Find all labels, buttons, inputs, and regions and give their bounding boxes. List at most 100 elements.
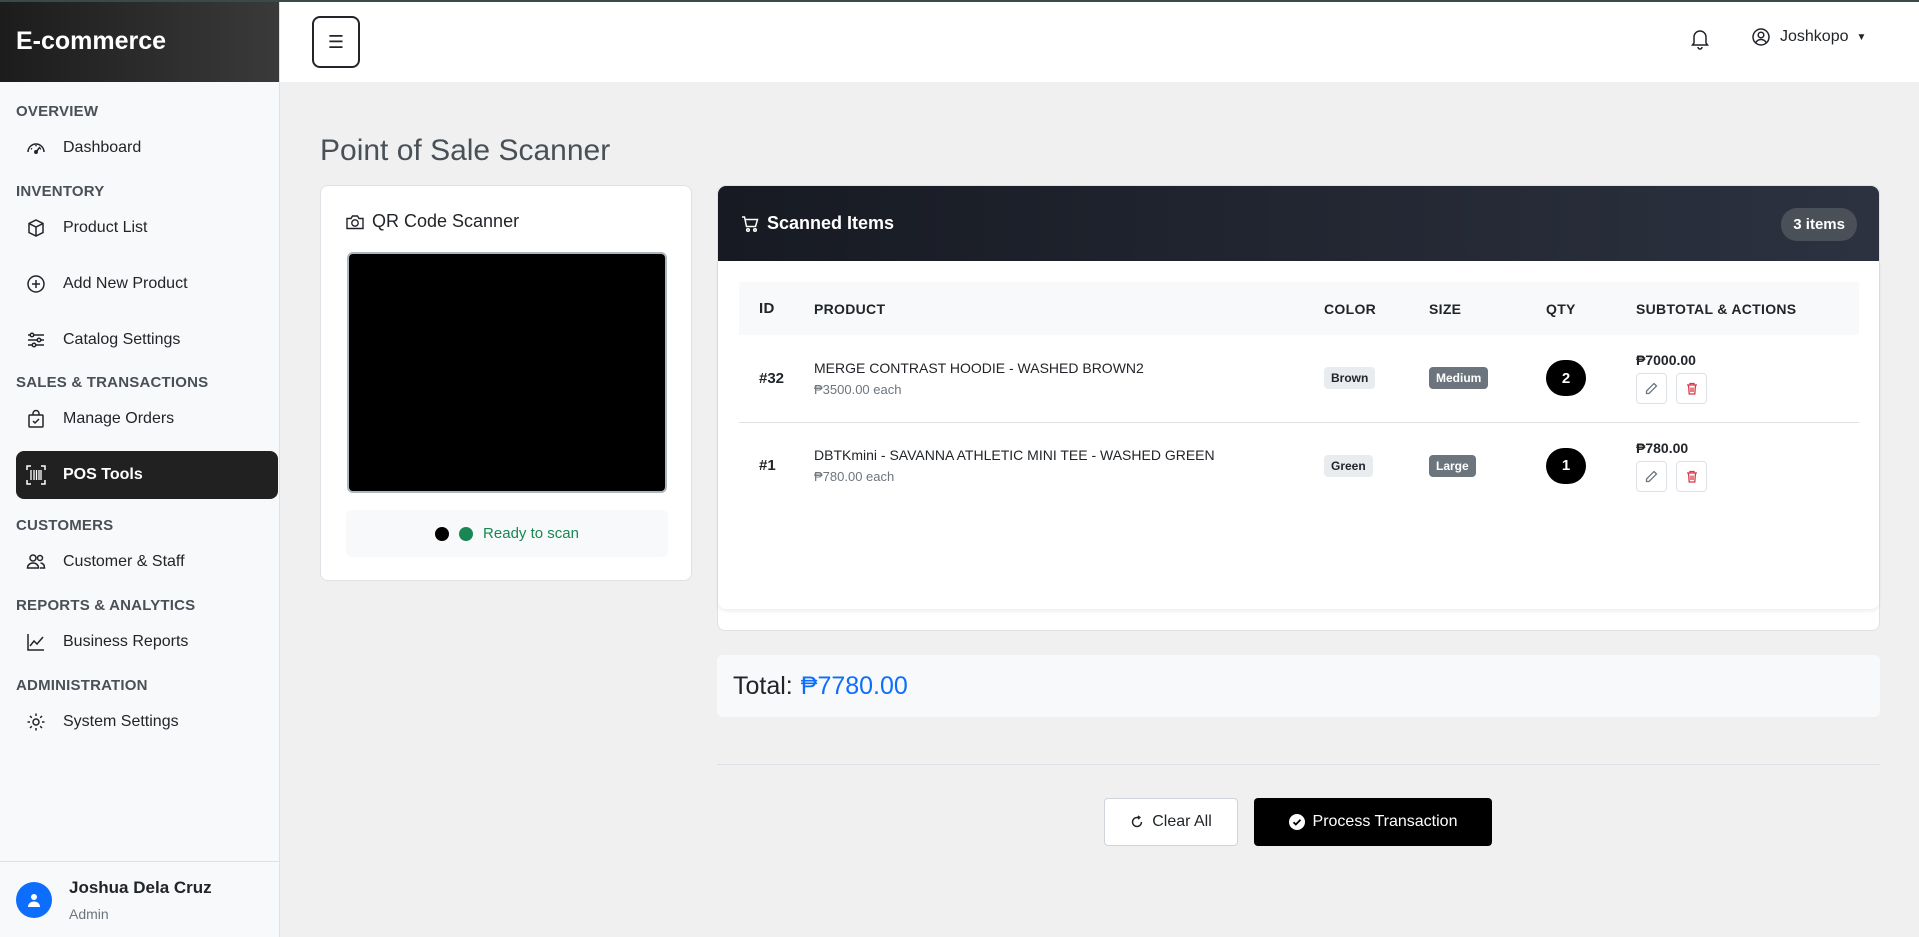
check-circle-icon	[1288, 814, 1305, 830]
sidebar-item-label: System Settings	[63, 713, 179, 730]
column-header-id: ID	[759, 300, 775, 317]
page-title: Point of Sale Scanner	[320, 134, 611, 167]
scanner-header: QR Code Scanner	[346, 211, 519, 232]
sidebar-item-dashboard[interactable]: Dashboard	[16, 124, 278, 172]
size-badge: Large	[1429, 454, 1476, 477]
scanner-title: QR Code Scanner	[372, 211, 520, 231]
sidebar-item-manage-orders[interactable]: Manage Orders	[16, 395, 278, 443]
sidebar: E-commerce OVERVIEW Dashboard INVENTORY …	[0, 0, 280, 937]
scan-status-text: Ready to scan	[483, 525, 579, 542]
user-circle-icon	[1752, 28, 1770, 46]
items-table-container: ID PRODUCT COLOR SIZE QTY SUBTOTAL & ACT…	[718, 261, 1879, 609]
total-amount: ₱7780.00	[800, 671, 908, 700]
menu-toggle-button[interactable]: ☰	[312, 16, 360, 68]
refresh-icon	[1130, 815, 1144, 829]
username-label: Joshkopo	[1780, 28, 1849, 45]
window-top-border	[0, 0, 1919, 2]
qr-scanner-card: QR Code Scanner Ready to scan	[320, 185, 692, 581]
clear-all-button[interactable]: Clear All	[1104, 798, 1238, 846]
item-id: #32	[759, 369, 785, 387]
quantity-badge: 1	[1546, 447, 1586, 484]
sidebar-item-pos-tools[interactable]: POS Tools	[16, 451, 278, 499]
subtotal-value: ₱780.00	[1636, 439, 1689, 456]
trash-icon	[1686, 383, 1697, 395]
person-icon	[28, 893, 40, 907]
clear-all-label: Clear All	[1152, 813, 1212, 830]
notification-bell-icon[interactable]	[1690, 28, 1710, 55]
sidebar-item-customer-staff[interactable]: Customer & Staff	[16, 538, 278, 586]
process-transaction-label: Process Transaction	[1312, 813, 1458, 830]
column-header-color: COLOR	[1324, 300, 1377, 317]
graph-icon	[24, 630, 48, 654]
nav-section-overview: OVERVIEW	[16, 103, 99, 120]
column-header-size: SIZE	[1429, 300, 1462, 317]
cart-icon	[741, 215, 759, 233]
scan-status: Ready to scan	[346, 510, 668, 557]
sidebar-item-system-settings[interactable]: System Settings	[16, 698, 278, 746]
sliders-icon	[24, 328, 48, 352]
plus-circle-icon	[24, 272, 48, 296]
sidebar-item-catalog-settings[interactable]: Catalog Settings	[16, 316, 278, 364]
column-header-subtotal-actions: SUBTOTAL & ACTIONS	[1636, 300, 1797, 317]
product-name: MERGE CONTRAST HOODIE - WASHED BROWN2	[814, 359, 1144, 376]
sidebar-item-label: Dashboard	[63, 139, 142, 156]
total-label: Total:	[733, 671, 793, 700]
scanned-items-card: Scanned Items 3 items ID PRODUCT COLOR S…	[717, 185, 1880, 631]
camera-preview[interactable]	[347, 252, 667, 493]
people-icon	[24, 550, 48, 574]
sidebar-item-add-new-product[interactable]: Add New Product	[16, 260, 278, 308]
edit-item-button[interactable]	[1636, 460, 1667, 492]
color-badge: Green	[1324, 454, 1373, 477]
scanned-items-title: Scanned Items	[767, 213, 895, 233]
items-count-badge: 3 items	[1781, 208, 1857, 241]
ready-status-dot	[459, 526, 474, 541]
sidebar-item-product-list[interactable]: Product List	[16, 204, 278, 252]
sidebar-item-label: Customer & Staff	[63, 553, 185, 570]
trash-icon	[1686, 470, 1697, 483]
user-role: Admin	[69, 905, 109, 922]
subtotal-value: ₱7000.00	[1636, 352, 1696, 369]
total-summary: Total: ₱7780.00	[717, 655, 1880, 717]
sidebar-item-label: POS Tools	[63, 466, 143, 483]
sidebar-item-label: Manage Orders	[63, 410, 175, 427]
camera-status-dot	[435, 526, 450, 541]
sidebar-item-label: Add New Product	[63, 275, 188, 292]
table-row: #32 MERGE CONTRAST HOODIE - WASHED BROWN…	[739, 335, 1859, 422]
pencil-icon	[1645, 382, 1658, 395]
color-badge: Brown	[1324, 367, 1376, 390]
sidebar-item-label: Catalog Settings	[63, 331, 181, 348]
box-icon	[24, 216, 48, 240]
column-header-qty: QTY	[1546, 300, 1576, 317]
nav-section-customers: CUSTOMERS	[16, 517, 114, 534]
hamburger-icon: ☰	[327, 31, 345, 52]
edit-item-button[interactable]	[1636, 373, 1667, 405]
divider	[717, 764, 1880, 765]
scanned-items-table: ID PRODUCT COLOR SIZE QTY SUBTOTAL & ACT…	[739, 282, 1859, 509]
gear-icon	[24, 710, 48, 734]
process-transaction-button[interactable]: Process Transaction	[1254, 798, 1492, 846]
user-name: Joshua Dela Cruz	[69, 877, 212, 897]
sidebar-item-business-reports[interactable]: Business Reports	[16, 618, 278, 666]
camera-icon	[346, 214, 364, 230]
delete-item-button[interactable]	[1676, 460, 1707, 492]
scanned-items-header: Scanned Items 3 items	[718, 186, 1879, 261]
pencil-icon	[1645, 470, 1658, 482]
size-badge: Medium	[1429, 367, 1489, 390]
user-dropdown[interactable]: Joshkopo ▼	[1752, 28, 1866, 46]
sidebar-user-profile[interactable]: Joshua Dela Cruz Admin	[0, 861, 280, 937]
unit-price: ₱3500.00 each	[814, 381, 902, 397]
item-id: #1	[759, 457, 776, 475]
nav-section-inventory: INVENTORY	[16, 183, 105, 200]
table-row: #1 DBTKmini - SAVANNA ATHLETIC MINI TEE …	[739, 422, 1859, 509]
nav-section-sales: SALES & TRANSACTIONS	[16, 374, 209, 391]
sidebar-item-label: Business Reports	[63, 633, 189, 650]
unit-price: ₱780.00 each	[814, 469, 895, 485]
topbar: ☰ Joshkopo ▼	[280, 0, 1919, 82]
brand-logo[interactable]: E-commerce	[0, 0, 279, 82]
quantity-badge: 2	[1546, 360, 1586, 397]
delete-item-button[interactable]	[1676, 373, 1707, 405]
table-header-row: ID PRODUCT COLOR SIZE QTY SUBTOTAL & ACT…	[739, 282, 1859, 335]
caret-down-icon: ▼	[1856, 31, 1867, 43]
nav-section-administration: ADMINISTRATION	[16, 677, 148, 694]
barcode-scan-icon	[24, 463, 48, 487]
